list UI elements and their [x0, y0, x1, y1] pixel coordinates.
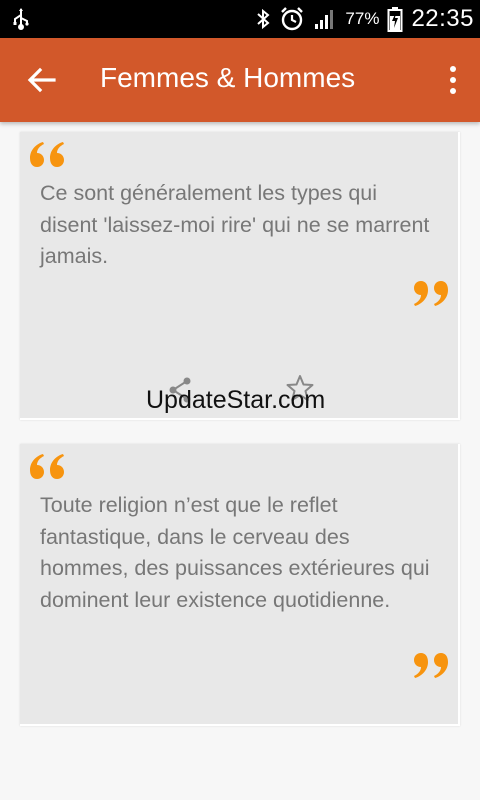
- quote-open-icon: [30, 454, 64, 479]
- quote-close-icon: [414, 653, 448, 678]
- quote-text: Ce sont généralement les types qui disen…: [40, 181, 430, 268]
- signal-icon: [315, 10, 334, 29]
- quote-card[interactable]: Ce sont généralement les types qui disen…: [20, 132, 460, 420]
- page-title: Femmes & Hommes: [100, 62, 356, 93]
- status-bar: 77% 22:35: [0, 0, 480, 38]
- quote-open-icon: [30, 142, 64, 167]
- quote-card[interactable]: Toute religion n’est que le reflet fanta…: [20, 444, 460, 726]
- battery-percent: 77%: [345, 9, 380, 28]
- quote-text: Toute religion n’est que le reflet fanta…: [40, 493, 430, 612]
- app-bar: Femmes & Hommes: [0, 38, 480, 122]
- battery-icon: [387, 7, 403, 32]
- usb-icon: [13, 8, 29, 30]
- alarm-icon: [281, 7, 304, 31]
- quote-close-icon: [414, 281, 448, 306]
- arrow-back-icon[interactable]: [26, 64, 58, 96]
- bluetooth-icon: [257, 8, 270, 30]
- watermark: UpdateStar.com: [146, 386, 326, 414]
- clock: 22:35: [411, 5, 474, 32]
- more-vert-icon[interactable]: [446, 64, 460, 96]
